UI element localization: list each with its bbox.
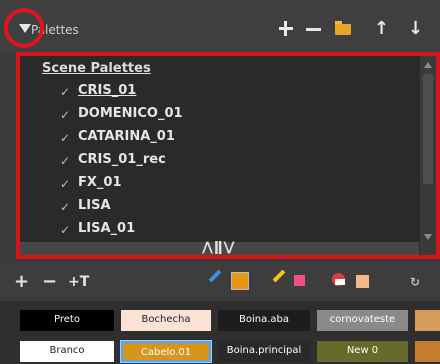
color-name: cornovateste	[329, 314, 396, 325]
palette-list[interactable]: Scene Palettes ✓ CRIS_01 ✓ DOMENICO_01 ✓…	[20, 56, 419, 255]
pencil-icon	[272, 269, 286, 283]
arrow-up-icon: ↑	[374, 18, 390, 39]
current-color-chip	[231, 272, 249, 290]
check-icon[interactable]: ✓	[60, 200, 70, 214]
scroll-up-icon[interactable]	[424, 62, 432, 68]
color-chip[interactable]	[415, 310, 440, 331]
import-palette-button[interactable]	[333, 17, 357, 41]
list-splitter[interactable]: ⋀ǁ⋁	[20, 240, 419, 255]
color-toolbar: + − +T ↻	[0, 262, 440, 300]
color-name: Boina.principal	[226, 345, 302, 356]
palette-style-button[interactable]	[332, 270, 354, 292]
palettes-header: Palettes ↑ ↓	[0, 0, 440, 52]
current-color-swatch[interactable]	[230, 270, 252, 292]
palette-name: CRIS_01_rec	[78, 152, 166, 167]
palette-red-icon-base	[335, 279, 345, 285]
color-chip[interactable]: cornovateste	[317, 310, 408, 331]
color-name: Cabelo.01	[140, 347, 192, 358]
scrollbar-thumb[interactable]	[423, 74, 433, 184]
color-name: Boina.aba	[238, 314, 289, 325]
scroll-down-icon[interactable]	[424, 234, 432, 240]
add-color-button[interactable]: +	[12, 270, 34, 292]
palette-name: LISA_01	[78, 221, 136, 236]
palette-name: LISA	[78, 198, 111, 213]
color-name: Branco	[49, 345, 85, 356]
plus-icon-stem	[284, 21, 287, 36]
check-icon[interactable]: ✓	[60, 177, 70, 191]
color-name: Preto	[54, 314, 80, 325]
palette-list-scrollbar[interactable]	[420, 56, 436, 255]
check-icon[interactable]: ✓	[60, 154, 70, 168]
palette-name: CATARINA_01	[78, 129, 175, 144]
check-icon[interactable]: ✓	[60, 131, 70, 145]
color-properties-button[interactable]: +T	[66, 270, 90, 292]
color-chip[interactable]: Preto	[20, 310, 114, 331]
folder-icon	[335, 24, 351, 35]
text-tool-icon: +T	[68, 274, 90, 290]
color-grid: Preto Bochecha Boina.aba cornovateste Br…	[0, 301, 440, 364]
palette-name: CRIS_01	[78, 83, 137, 98]
color-chip[interactable]: Branco	[20, 341, 114, 362]
color-chip[interactable]: Boina.principal	[218, 341, 310, 362]
minus-icon	[306, 28, 321, 31]
check-icon[interactable]: ✓	[60, 108, 70, 122]
pencil-color-button[interactable]	[272, 269, 294, 292]
minus-icon: −	[42, 271, 58, 292]
color-chip[interactable]: Boina.aba	[218, 310, 310, 331]
add-palette-button[interactable]	[276, 17, 300, 41]
remove-palette-button[interactable]	[304, 17, 328, 41]
check-icon[interactable]: ✓	[60, 223, 70, 237]
remove-color-button[interactable]: −	[40, 270, 62, 292]
palette-list-panel: Scene Palettes ✓ CRIS_01 ✓ DOMENICO_01 ✓…	[16, 52, 440, 259]
move-up-button[interactable]: ↑	[370, 17, 394, 41]
dropper-icon	[208, 269, 222, 283]
scene-palettes-header[interactable]: Scene Palettes	[42, 61, 151, 76]
peach-swatch-chip	[356, 275, 369, 288]
check-icon[interactable]: ✓	[60, 85, 70, 99]
highlight-circle	[4, 8, 44, 48]
color-chip[interactable]	[415, 341, 440, 362]
refresh-button[interactable]: ↻	[410, 270, 432, 292]
peach-swatch[interactable]	[356, 270, 378, 292]
splitter-handle-icon[interactable]: ⋀ǁ⋁	[202, 240, 235, 255]
palette-name: FX_01	[78, 175, 122, 190]
move-down-button[interactable]: ↓	[404, 17, 428, 41]
pink-swatch[interactable]	[294, 270, 316, 292]
plus-icon: +	[14, 271, 30, 292]
color-chip-selected[interactable]: Cabelo.01	[120, 340, 212, 363]
color-chip[interactable]: Bochecha	[121, 310, 211, 331]
arrow-down-icon: ↓	[408, 18, 424, 39]
refresh-icon: ↻	[410, 275, 421, 289]
color-name: Bochecha	[141, 314, 191, 325]
color-name: New 0	[346, 345, 379, 356]
color-chip[interactable]: New 0	[317, 341, 408, 362]
pink-swatch-chip	[294, 275, 305, 286]
dropper-button[interactable]	[208, 269, 230, 292]
palette-name: DOMENICO_01	[78, 106, 183, 121]
